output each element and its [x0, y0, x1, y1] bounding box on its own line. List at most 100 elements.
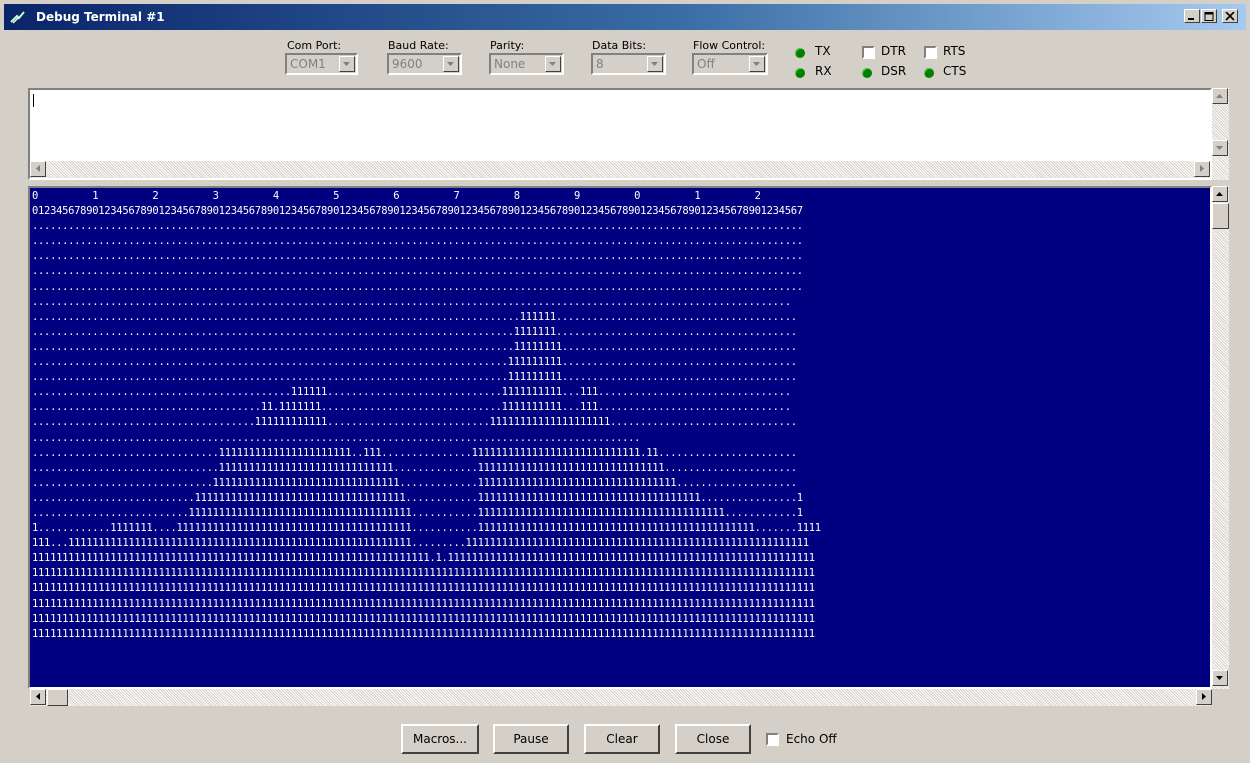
transmit-horizontal-scrollbar[interactable] — [30, 161, 1210, 178]
arrow-left-icon — [36, 165, 40, 172]
receive-line: 1111111111111111111111111111111111111111… — [32, 552, 815, 565]
receive-line: ........................................… — [32, 220, 803, 233]
receive-line: ........................................… — [32, 371, 797, 384]
arrow-up-icon — [1216, 192, 1223, 196]
close-icon — [1225, 12, 1235, 21]
baud-rate-label: Baud Rate: — [388, 39, 449, 52]
transmit-scroll-right-button[interactable] — [1194, 161, 1210, 177]
receive-line: ........................................… — [32, 340, 797, 353]
receive-scroll-right-button[interactable] — [1196, 689, 1212, 705]
chevron-down-icon — [651, 62, 658, 66]
baud-rate-dropdown-button[interactable] — [443, 56, 459, 72]
transmit-scroll-up-button[interactable] — [1212, 88, 1228, 104]
com-port-select[interactable]: COM1 — [285, 53, 358, 75]
arrow-down-icon — [1216, 146, 1223, 150]
receive-line: ........................................… — [32, 386, 791, 399]
receive-line: ........................................… — [32, 431, 641, 444]
echo-off-checkbox[interactable] — [766, 733, 779, 746]
receive-line: 1111111111111111111111111111111111111111… — [32, 597, 815, 610]
flow-control-dropdown-button[interactable] — [749, 56, 765, 72]
minimize-icon — [1188, 18, 1194, 20]
arrow-right-icon — [1202, 693, 1206, 700]
parity-select[interactable]: None — [489, 53, 564, 75]
receive-scroll-thumb[interactable] — [1212, 203, 1229, 229]
receive-line: ...............................111111111… — [32, 446, 797, 459]
receive-text: 0 1 2 3 4 5 6 7 8 9 0 1 2 012345678901234… — [32, 189, 821, 642]
flow-control-label: Flow Control: — [693, 39, 766, 52]
data-bits-select[interactable]: 8 — [591, 53, 666, 75]
parity-dropdown-button[interactable] — [545, 56, 561, 72]
arrow-up-icon — [1216, 94, 1223, 98]
maximize-button[interactable] — [1201, 9, 1217, 23]
receive-line: 1111111111111111111111111111111111111111… — [32, 612, 815, 625]
baud-rate-value: 9600 — [392, 57, 423, 71]
rts-checkbox[interactable] — [924, 46, 937, 59]
receive-line: 1111111111111111111111111111111111111111… — [32, 627, 815, 640]
receive-line: ........................................… — [32, 235, 803, 248]
clear-button[interactable]: Clear — [584, 724, 660, 754]
receive-line: ........................................… — [32, 295, 791, 308]
baud-rate-select[interactable]: 9600 — [387, 53, 462, 75]
arrow-left-icon — [36, 693, 40, 700]
receive-line: 1............1111111....1111111111111111… — [32, 522, 821, 535]
receive-scroll-left-button[interactable] — [30, 689, 46, 705]
receive-line: 1111111111111111111111111111111111111111… — [32, 567, 815, 580]
rx-label: RX — [815, 64, 832, 78]
pause-button[interactable]: Pause — [493, 724, 569, 754]
receive-line: 0123456789012345678901234567890123456789… — [32, 205, 803, 218]
close-button[interactable]: Close — [675, 724, 751, 754]
receive-line: ........................................… — [32, 356, 797, 369]
arrow-right-icon — [1200, 165, 1204, 172]
dsr-led-icon — [862, 68, 872, 78]
receive-line: ........................................… — [32, 280, 803, 293]
receive-line: .....................................111… — [32, 416, 797, 429]
text-caret — [33, 94, 34, 107]
receive-vertical-scrollbar[interactable] — [1212, 186, 1229, 689]
dtr-checkbox[interactable] — [862, 46, 875, 59]
chevron-down-icon — [447, 62, 454, 66]
receive-scroll-down-button[interactable] — [1212, 670, 1228, 686]
receive-line: 111...1111111111111111111111111111111111… — [32, 537, 809, 550]
parity-value: None — [494, 57, 526, 71]
minimize-button[interactable] — [1184, 9, 1200, 23]
receive-line: ........................................… — [32, 310, 797, 323]
tx-led-icon — [795, 48, 805, 58]
data-bits-dropdown-button[interactable] — [647, 56, 663, 72]
receive-line: ......................................11… — [32, 401, 791, 414]
cts-led-icon — [924, 68, 934, 78]
transmit-scroll-down-button[interactable] — [1212, 140, 1228, 156]
macros-button[interactable]: Macros... — [401, 724, 479, 754]
transmit-scroll-left-button[interactable] — [30, 161, 46, 177]
flow-control-select[interactable]: Off — [692, 53, 768, 75]
data-bits-label: Data Bits: — [592, 39, 647, 52]
receive-line: ........................................… — [32, 250, 803, 263]
receive-line: ........................................… — [32, 325, 797, 338]
app-icon — [10, 11, 25, 24]
receive-pane[interactable]: 0 1 2 3 4 5 6 7 8 9 0 1 2 012345678901234… — [28, 186, 1212, 689]
receive-line: ........................................… — [32, 265, 803, 278]
receive-line: ...............................111111111… — [32, 461, 797, 474]
chevron-down-icon — [549, 62, 556, 66]
debug-terminal-window: Debug Terminal #1 Com Port: COM1 Baud Ra… — [0, 0, 1250, 763]
receive-line: 1111111111111111111111111111111111111111… — [32, 582, 815, 595]
arrow-down-icon — [1216, 676, 1223, 680]
receive-scroll-up-button[interactable] — [1212, 186, 1228, 202]
com-port-value: COM1 — [290, 57, 326, 71]
rx-led-icon — [795, 68, 805, 78]
chevron-down-icon — [343, 62, 350, 66]
maximize-icon — [1204, 12, 1214, 21]
close-window-button[interactable] — [1222, 9, 1238, 23]
data-bits-value: 8 — [596, 57, 604, 71]
title-bar[interactable]: Debug Terminal #1 — [4, 4, 1246, 30]
receive-line: ...........................1111111111111… — [32, 491, 803, 504]
receive-horizontal-thumb[interactable] — [47, 689, 68, 706]
chevron-down-icon — [753, 62, 760, 66]
transmit-vertical-scrollbar[interactable] — [1212, 88, 1229, 180]
com-port-label: Com Port: — [287, 39, 342, 52]
echo-off-label: Echo Off — [786, 732, 837, 746]
receive-line: ..........................11111111111111… — [32, 506, 803, 519]
com-port-dropdown-button[interactable] — [339, 56, 355, 72]
receive-horizontal-scrollbar[interactable] — [30, 689, 1212, 706]
parity-label: Parity: — [490, 39, 525, 52]
flow-control-value: Off — [697, 57, 715, 71]
